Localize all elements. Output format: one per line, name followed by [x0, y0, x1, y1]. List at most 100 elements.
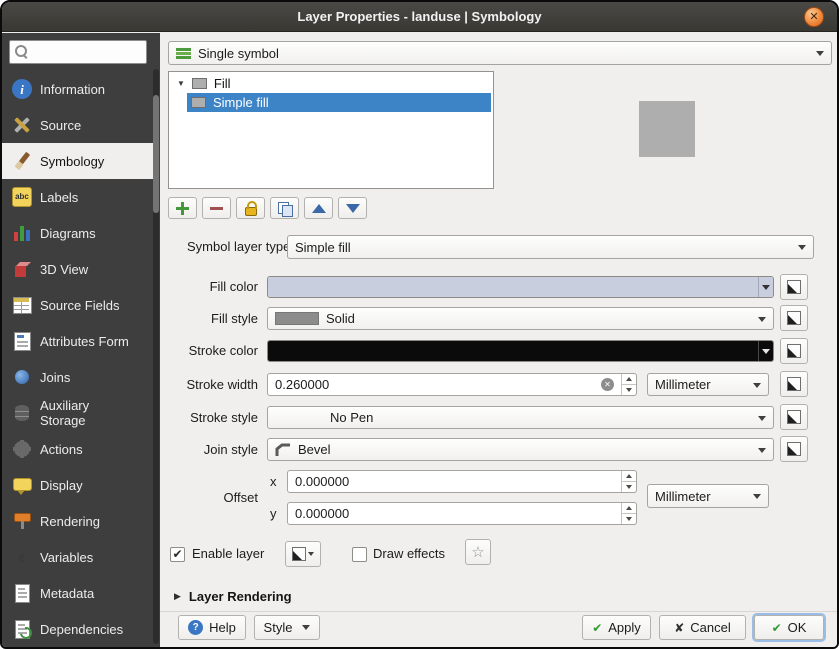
close-button[interactable]: ✕	[804, 7, 824, 27]
sidebar-item-labels[interactable]: abc Labels	[2, 179, 153, 215]
lock-colors-button[interactable]	[236, 197, 265, 219]
sidebar-item-rendering[interactable]: Rendering	[2, 503, 153, 539]
symbol-preview	[639, 101, 695, 157]
window-title: Layer Properties - landuse | Symbology	[297, 9, 542, 24]
sidebar-item-label: Variables	[40, 549, 94, 565]
fill-color-dropdown-arrow[interactable]	[758, 277, 773, 297]
stroke-color-override-button[interactable]	[780, 338, 808, 364]
sidebar-item-metadata[interactable]: Metadata	[2, 575, 153, 611]
stroke-width-spinbox[interactable]: ✕	[267, 373, 637, 396]
sidebar-item-symbology[interactable]: Symbology	[2, 143, 153, 179]
join-style-override-button[interactable]	[780, 436, 808, 462]
spin-down-icon[interactable]	[622, 385, 636, 395]
symbol-tree-item-fill[interactable]: ▼ Fill	[169, 74, 493, 93]
sidebar-item-diagrams[interactable]: Diagrams	[2, 215, 153, 251]
draw-effects-checkbox[interactable]	[352, 547, 367, 562]
sidebar-item-source[interactable]: Source	[2, 107, 153, 143]
sidebar-item-joins[interactable]: Joins	[2, 359, 153, 395]
offset-y-spin-buttons[interactable]	[621, 503, 636, 524]
tree-expander-icon[interactable]: ▼	[177, 79, 185, 88]
chevron-down-icon	[308, 552, 314, 556]
3d-view-icon	[12, 259, 32, 279]
plus-icon	[176, 201, 189, 215]
spin-up-icon[interactable]	[622, 471, 636, 482]
help-button[interactable]: ? Help	[178, 615, 246, 640]
symbology-panel: Single symbol ▼ Fill Simple fill Symbol …	[160, 33, 837, 647]
diagrams-icon	[12, 223, 32, 243]
layer-rendering-section[interactable]: ▶ Layer Rendering	[174, 589, 292, 604]
sidebar-item-dependencies[interactable]: Dependencies	[2, 611, 153, 647]
offset-x-spin-buttons[interactable]	[621, 471, 636, 492]
offset-x-spinbox[interactable]	[287, 470, 637, 493]
symbol-tree-item-simple-fill[interactable]: Simple fill	[187, 93, 491, 112]
spin-up-icon[interactable]	[622, 503, 636, 514]
sidebar-item-label: Metadata	[40, 585, 95, 601]
apply-button[interactable]: ✔ Apply	[582, 615, 651, 640]
stroke-width-override-button[interactable]	[780, 371, 808, 397]
data-defined-override-icon	[787, 280, 801, 294]
stroke-width-unit-combo[interactable]: Millimeter	[647, 373, 769, 396]
cancel-button[interactable]: ✘ Cancel	[659, 615, 746, 640]
info-glyph: i	[20, 81, 24, 97]
sidebar-item-label: 3D View	[40, 261, 89, 277]
attributes-form-icon	[12, 331, 32, 351]
ok-button[interactable]: ✔ OK	[754, 615, 824, 640]
sidebar-item-3d-view[interactable]: 3D View	[2, 251, 153, 287]
fill-color-button[interactable]	[267, 276, 774, 298]
offset-y-spinbox[interactable]	[287, 502, 637, 525]
symbol-tree[interactable]: ▼ Fill Simple fill	[168, 71, 494, 189]
spin-down-icon[interactable]	[622, 514, 636, 524]
sidebar-item-auxiliary-storage[interactable]: Auxiliary Storage	[2, 395, 153, 431]
fill-color-override-button[interactable]	[780, 274, 808, 300]
fill-style-combo[interactable]: Solid	[267, 307, 774, 330]
information-icon: i	[12, 79, 32, 99]
sidebar-item-information[interactable]: i Information	[2, 71, 153, 107]
sidebar-item-attributes-form[interactable]: Attributes Form	[2, 323, 153, 359]
fill-color-swatch	[268, 277, 773, 297]
stroke-width-spin-buttons[interactable]	[621, 374, 636, 395]
offset-unit-combo[interactable]: Millimeter	[647, 484, 769, 508]
fill-style-override-button[interactable]	[780, 305, 808, 331]
sidebar-scrollbar[interactable]	[153, 69, 159, 644]
renderer-combo[interactable]: Single symbol	[168, 41, 832, 65]
stroke-color-dropdown-arrow[interactable]	[758, 341, 773, 361]
symbology-icon	[12, 151, 32, 171]
sidebar-item-source-fields[interactable]: Source Fields	[2, 287, 153, 323]
draw-effects-customize-button[interactable]: ☆	[465, 539, 491, 565]
offset-y-input[interactable]	[295, 506, 618, 521]
stroke-style-label: Stroke style	[190, 410, 258, 425]
fill-style-preview-swatch	[275, 312, 319, 325]
sidebar-item-variables[interactable]: ε Variables	[2, 539, 153, 575]
style-menu-button[interactable]: Style	[254, 615, 320, 640]
enable-layer-checkbox[interactable]: ✔	[170, 547, 185, 562]
enable-layer-override-button[interactable]	[285, 541, 321, 567]
layer-properties-dialog: Layer Properties - landuse | Symbology ✕…	[0, 0, 839, 649]
sidebar-scrollbar-handle[interactable]	[153, 95, 159, 213]
duplicate-symbol-layer-button[interactable]	[270, 197, 299, 219]
sidebar-item-display[interactable]: Display	[2, 467, 153, 503]
clear-value-icon[interactable]: ✕	[601, 378, 614, 391]
enable-layer-label: Enable layer	[192, 546, 265, 561]
spin-down-icon[interactable]	[622, 482, 636, 492]
stroke-width-input[interactable]	[275, 377, 601, 392]
stroke-style-override-button[interactable]	[780, 404, 808, 430]
sidebar-item-actions[interactable]: Actions	[2, 431, 153, 467]
stroke-color-button[interactable]	[267, 340, 774, 362]
move-down-button[interactable]	[338, 197, 367, 219]
titlebar[interactable]: Layer Properties - landuse | Symbology ✕	[2, 2, 837, 32]
display-icon	[12, 475, 32, 495]
join-style-combo[interactable]: Bevel	[267, 438, 774, 461]
move-up-button[interactable]	[304, 197, 333, 219]
spin-up-icon[interactable]	[622, 374, 636, 385]
symbol-layer-type-combo[interactable]: Simple fill	[287, 235, 814, 259]
stroke-style-value: No Pen	[330, 410, 374, 425]
data-defined-override-icon	[787, 410, 801, 424]
remove-symbol-layer-button[interactable]	[202, 197, 231, 219]
sidebar-search-input[interactable]	[9, 40, 147, 64]
section-collapsed-icon[interactable]: ▶	[174, 592, 181, 601]
offset-unit-value: Millimeter	[655, 488, 711, 504]
stroke-style-combo[interactable]: No Pen	[267, 406, 774, 429]
bevel-join-icon	[275, 443, 291, 457]
add-symbol-layer-button[interactable]	[168, 197, 197, 219]
offset-x-input[interactable]	[295, 474, 618, 489]
